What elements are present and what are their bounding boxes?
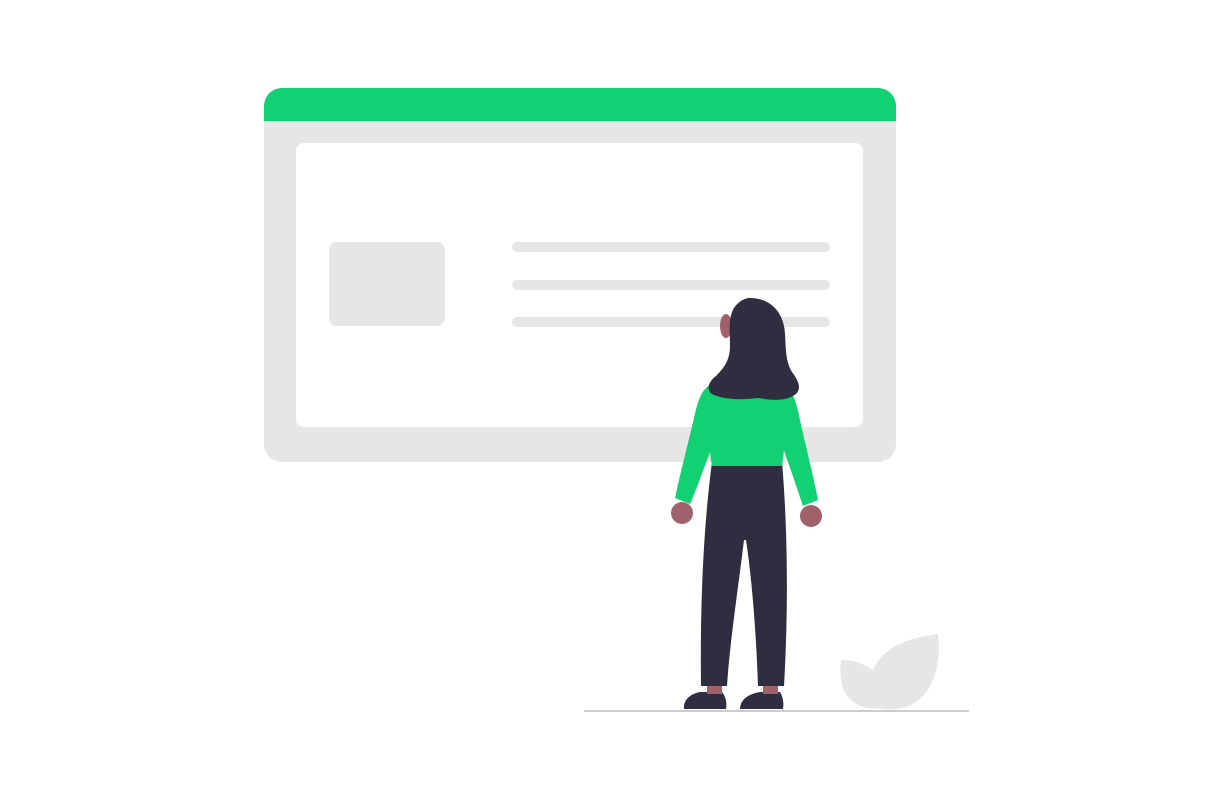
browser-title-bar — [264, 88, 896, 121]
right-shoe — [740, 692, 784, 709]
text-line-placeholder — [512, 280, 830, 290]
left-shoe — [683, 692, 727, 709]
image-placeholder — [329, 242, 445, 326]
right-hand — [800, 505, 822, 527]
left-hand — [671, 502, 693, 524]
pants — [700, 462, 787, 686]
text-line-placeholder — [512, 242, 830, 252]
browser-window-icon — [264, 88, 896, 462]
illustration-canvas — [264, 88, 969, 712]
leaf-plant-icon — [840, 634, 939, 710]
illustration-stage — [0, 0, 1232, 800]
